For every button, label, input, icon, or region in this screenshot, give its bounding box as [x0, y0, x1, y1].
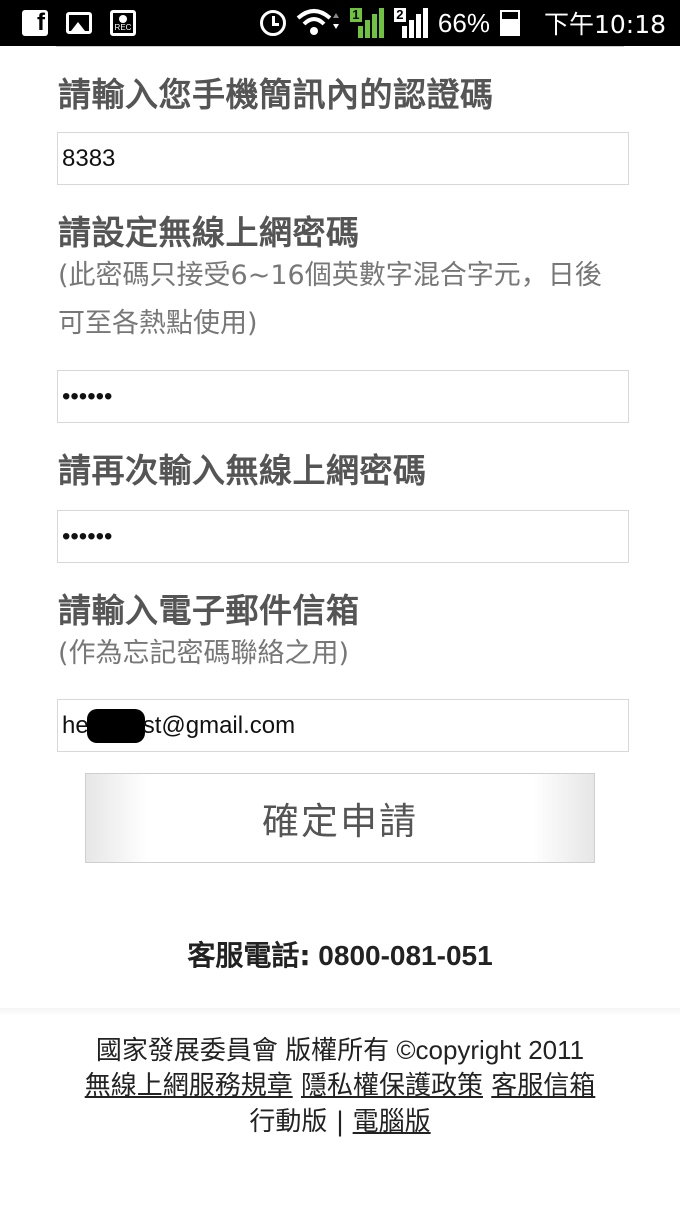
signal-icon-sim1: 1	[349, 8, 384, 38]
email-suffix: st@gmail.com	[142, 711, 296, 739]
email-prefix: he	[62, 711, 89, 739]
wifi-icon	[296, 8, 340, 38]
status-time: 下午10:18	[543, 10, 666, 39]
service-label: 客服電話:	[187, 939, 311, 972]
confirm-password-input[interactable]: ••••••	[57, 510, 629, 563]
password-hint: (此密碼只接受6~16個英數字混合字元，日後可至各熱點使用)	[58, 260, 602, 339]
copyright-text: 國家發展委員會 版權所有 ©copyright 2011	[95, 1035, 585, 1065]
email-hint: (作為忘記密碼聯絡之用)	[58, 638, 350, 669]
version-switch: 行動版 | 電腦版	[0, 1104, 680, 1140]
password-label: 請設定無線上網密碼	[58, 213, 360, 252]
footer-divider	[0, 1008, 680, 1016]
battery-icon	[499, 10, 520, 36]
footer-links: 無線上網服務規章 隱私權保護政策 客服信箱	[0, 1068, 680, 1104]
link-service-terms[interactable]: 無線上網服務規章	[85, 1071, 293, 1101]
link-service-email[interactable]: 客服信箱	[491, 1071, 595, 1101]
image-icon	[66, 12, 92, 34]
divider	[56, 46, 624, 47]
customer-service-phone: 客服電話: 0800-081-051	[0, 934, 680, 974]
submit-button[interactable]: 確定申請	[85, 773, 595, 863]
redaction-mask	[86, 708, 145, 743]
email-input[interactable]: he st@gmail.com	[57, 699, 629, 752]
mobile-version-label: 行動版	[249, 1107, 328, 1137]
rec-icon: REC	[110, 10, 136, 36]
link-desktop-version[interactable]: 電腦版	[353, 1107, 431, 1137]
alarm-icon	[259, 10, 286, 36]
signal-icon-sim2: 2	[393, 8, 428, 38]
footer: 國家發展委員會 版權所有 ©copyright 2011 無線上網服務規章 隱私…	[0, 1032, 680, 1140]
facebook-icon: f	[22, 10, 48, 36]
battery-percent: 66%	[437, 7, 490, 38]
link-privacy-policy[interactable]: 隱私權保護政策	[301, 1071, 483, 1101]
verify-code-label: 請輸入您手機簡訊內的認證碼	[58, 75, 494, 114]
version-separator: |	[335, 1107, 345, 1137]
password-input[interactable]: ••••••	[57, 370, 629, 423]
email-label: 請輸入電子郵件信箱	[58, 591, 360, 630]
confirm-password-label: 請再次輸入無線上網密碼	[58, 451, 427, 490]
service-phone[interactable]: 0800-081-051	[318, 940, 492, 971]
verify-code-input[interactable]: 8383	[57, 132, 629, 185]
status-bar: f REC 1 2 66% 下午10:18	[0, 0, 680, 46]
